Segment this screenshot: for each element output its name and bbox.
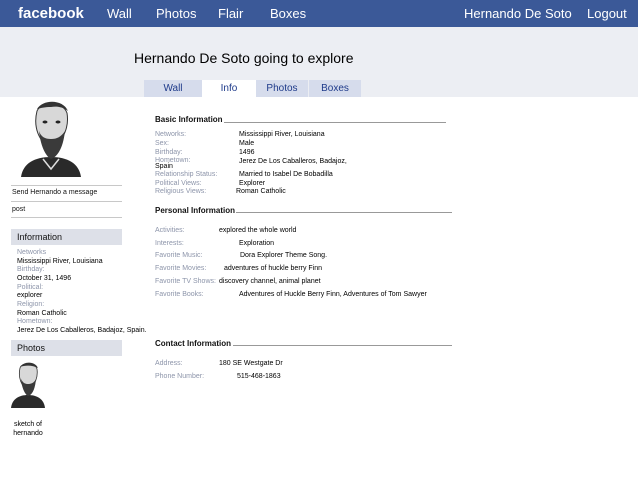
basic-value-birthday: 1496 (239, 149, 255, 156)
top-bar: facebook Wall Photos Flair Boxes Hernand… (0, 0, 638, 27)
profile-page: facebook Wall Photos Flair Boxes Hernand… (0, 0, 638, 478)
basic-value-sex: Male (239, 140, 255, 147)
personal-value-activities: explored the whole world (219, 227, 297, 234)
info-label: Hometown: (17, 318, 53, 325)
page-title: Hernando De Soto going to explore (134, 50, 354, 66)
contact-label-phone: Phone Number: (155, 373, 205, 380)
info-label: Birthday: (17, 266, 45, 273)
basic-label-sex: Sex: (155, 140, 170, 147)
sidebar-divider (11, 201, 122, 202)
personal-label-tv-shows: Favorite TV Shows: (155, 278, 216, 285)
nav-wall[interactable]: Wall (107, 0, 132, 27)
personal-label-movies: Favorite Movies: (155, 265, 207, 272)
basic-information-title: Basic Information (155, 115, 223, 124)
photo-caption-line-2: hernando (13, 430, 43, 437)
info-value: Jerez De Los Caballeros, Badajoz, Spain. (17, 327, 147, 334)
section-rule (236, 212, 452, 213)
personal-value-interests: Exploration (239, 240, 275, 247)
information-header: Information (11, 229, 122, 245)
info-value: Roman Catholic (17, 310, 67, 317)
contact-label-address: Address: (155, 360, 183, 367)
personal-value-books: Adventures of Huckle Berry Finn, Adventu… (239, 291, 427, 298)
contact-value-phone: 515-468-1863 (237, 373, 281, 380)
info-label: Political: (17, 284, 44, 291)
send-message-link[interactable]: Send Hernando a message (12, 189, 122, 196)
basic-value-hometown-overflow: Spain (155, 163, 173, 170)
logout-link[interactable]: Logout (587, 0, 627, 27)
basic-value-political: Explorer (239, 180, 266, 187)
nav-photos[interactable]: Photos (156, 0, 196, 27)
nav-flair[interactable]: Flair (218, 0, 243, 27)
nav-boxes[interactable]: Boxes (270, 0, 306, 27)
personal-value-movies: adventures of huckle berry Finn (224, 265, 323, 272)
photo-caption: sketch of hernando (8, 420, 48, 438)
basic-label-relationship: Relationship Status: (155, 171, 218, 178)
photos-header: Photos (11, 340, 122, 356)
basic-label-birthday: Birthday: (155, 149, 183, 156)
personal-label-interests: Interests: (155, 240, 184, 247)
basic-label-networks: Networks: (155, 131, 187, 138)
profile-picture[interactable] (13, 97, 89, 177)
tab-info[interactable]: Info (202, 80, 256, 97)
personal-label-music: Favorite Music: (155, 252, 203, 259)
personal-label-books: Favorite Books: (155, 291, 204, 298)
contact-information-title: Contact Information (155, 339, 231, 348)
personal-value-music: Dora Explorer Theme Song. (240, 252, 328, 259)
sidebar-divider (11, 185, 122, 186)
photo-thumbnail[interactable] (7, 360, 49, 408)
info-label: Networks (17, 249, 47, 256)
info-value: explorer (17, 292, 43, 299)
tab-wall[interactable]: Wall (144, 80, 202, 97)
section-rule (233, 345, 452, 346)
basic-value-networks: Mississippi River, Louisiana (239, 131, 325, 138)
photo-caption-line-1: sketch of (13, 421, 42, 428)
basic-value-hometown: Jerez De Los Caballeros, Badajoz, (239, 158, 347, 165)
personal-value-tv-shows: discovery channel, animal planet (219, 278, 321, 285)
personal-information-title: Personal Information (155, 206, 236, 215)
tab-boxes[interactable]: Boxes (309, 80, 361, 97)
info-value: October 31, 1496 (17, 275, 72, 282)
sidebar-divider (11, 217, 122, 218)
contact-value-address: 180 SE Westgate Dr (219, 360, 283, 367)
info-value: Mississippi River, Louisiana (17, 258, 103, 265)
tab-photos[interactable]: Photos (256, 80, 308, 97)
post-link[interactable]: post (12, 206, 122, 213)
section-rule (224, 122, 446, 123)
personal-label-activities: Activities: (155, 227, 185, 234)
facebook-logo[interactable]: facebook (18, 0, 84, 27)
basic-label-religious: Religious Views: (155, 188, 207, 195)
basic-value-relationship: Married to Isabel De Bobadilla (239, 171, 333, 178)
nav-user-name[interactable]: Hernando De Soto (464, 0, 572, 27)
basic-value-religious: Roman Catholic (236, 188, 286, 195)
basic-label-political: Political Views: (155, 180, 202, 187)
info-label: Religion: (17, 301, 45, 308)
